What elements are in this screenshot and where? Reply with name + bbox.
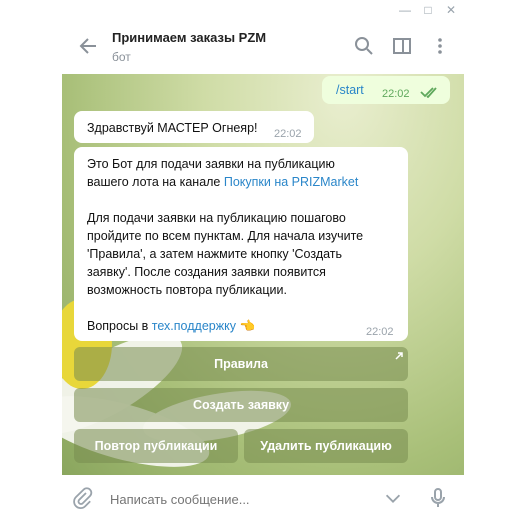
button-label: Правила (214, 357, 268, 371)
composer (62, 475, 464, 521)
message-text: Вопросы в (87, 319, 152, 333)
message-line: заявку'. После создания заявки появится (87, 265, 326, 279)
message-line: 'Правила', а затем нажмите кнопку 'Созда… (87, 247, 343, 261)
button-label: Создать заявку (192, 398, 290, 412)
info-message[interactable]: Это Бот для подачи заявки на публикацию … (74, 147, 408, 341)
repeat-publication-button[interactable]: Повтор публикации (74, 429, 238, 463)
arrow-back-icon[interactable] (76, 34, 100, 58)
maximize-icon[interactable]: □ (421, 3, 435, 17)
message-time: 22:02 (366, 326, 394, 338)
chat-area[interactable]: /start 22:02 Здравствуй МАСТЕР Огнеяр! 2… (62, 74, 464, 475)
search-icon[interactable] (352, 34, 376, 58)
button-label: Удалить публикацию (260, 439, 392, 453)
channel-link[interactable]: Покупки на PRIZMarket (224, 175, 359, 189)
chat-header: Принимаем заказы PZM бот (62, 20, 464, 74)
message-text: Здравствуй МАСТЕР Огнеяр! (87, 121, 258, 135)
message-line: Для подачи заявки на публикацию пошагово (87, 211, 346, 225)
more-vert-icon[interactable] (428, 34, 452, 58)
title-bar: — □ ✕ (62, 0, 464, 20)
message-line: пройдите по всем пунктам. Для начала изу… (87, 229, 364, 243)
outgoing-message[interactable]: /start 22:02 (322, 76, 450, 104)
mic-icon[interactable] (426, 486, 450, 510)
close-icon[interactable]: ✕ (444, 3, 458, 17)
chat-status: бот (112, 50, 131, 64)
pointing-hand-emoji: 👈 (239, 319, 256, 333)
message-input[interactable] (108, 485, 362, 513)
support-link[interactable]: тех.поддержку (152, 319, 236, 333)
minimize-icon[interactable]: — (398, 3, 412, 17)
message-line: возможность повтора публикации. (87, 283, 287, 297)
message-time: 22:02 (382, 88, 410, 100)
message-text: /start (336, 83, 364, 97)
telegram-window: — □ ✕ Принимаем заказы PZM бот /start 22… (62, 0, 464, 527)
delete-publication-button[interactable]: Удалить публикацию (244, 429, 408, 463)
message-text: вашего лота на канале (87, 175, 224, 189)
message-line: Это Бот для подачи заявки на публикацию (87, 157, 335, 171)
attach-icon[interactable] (70, 486, 94, 510)
button-label: Повтор публикации (94, 439, 218, 453)
double-check-icon (420, 87, 437, 98)
chat-title[interactable]: Принимаем заказы PZM (112, 30, 266, 45)
rules-button[interactable]: Правила (74, 347, 408, 381)
create-request-button[interactable]: Создать заявку (74, 388, 408, 422)
greeting-message[interactable]: Здравствуй МАСТЕР Огнеяр! 22:02 (74, 111, 314, 143)
external-arrow-icon (395, 352, 403, 360)
sidebar-icon[interactable] (390, 34, 414, 58)
message-line: Вопросы в тех.поддержку 👈 (87, 317, 255, 335)
message-line: вашего лота на канале Покупки на PRIZMar… (87, 173, 358, 191)
chevron-down-icon[interactable] (382, 487, 404, 509)
message-time: 22:02 (274, 128, 302, 140)
